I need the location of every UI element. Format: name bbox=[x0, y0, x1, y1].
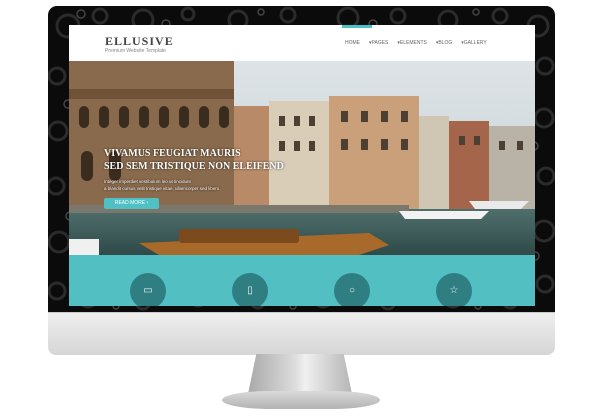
hero-text-line-2: a blandit cursus velit tristique vitae, … bbox=[104, 186, 220, 191]
nav-item-blog[interactable]: ▾BLOG bbox=[436, 40, 452, 46]
nav-item-elements[interactable]: ▾ELEMENTS bbox=[397, 40, 426, 46]
star-icon: ☆ bbox=[449, 285, 459, 296]
monitor-stand-neck bbox=[248, 354, 352, 394]
read-more-label: READ MORE bbox=[114, 200, 146, 206]
search-icon: ○ bbox=[348, 285, 356, 296]
hero-title: VIVAMUS FEUGIAT MAURIS SED SEM TRISTIQUE… bbox=[104, 147, 284, 173]
feature-circle-mobile[interactable]: ▯ bbox=[232, 273, 268, 306]
site-tagline: Premium Website Template bbox=[105, 48, 166, 54]
hero-slider: VIVAMUS FEUGIAT MAURIS SED SEM TRISTIQUE… bbox=[69, 61, 535, 255]
monitor-chin bbox=[48, 312, 555, 355]
nav-item-gallery-label: GALLERY bbox=[463, 40, 487, 46]
feature-circle-star[interactable]: ☆ bbox=[436, 273, 472, 306]
hero-title-line-2: SED SEM TRISTIQUE NON ELEIFEND bbox=[104, 161, 284, 172]
read-more-button[interactable]: READ MORE › bbox=[104, 198, 159, 209]
nav-item-pages[interactable]: ▾PAGES bbox=[369, 40, 388, 46]
site-logo[interactable]: ELLUSIVE bbox=[105, 34, 174, 49]
arrow-right-icon: › bbox=[146, 200, 149, 206]
feature-circle-search[interactable]: ○ bbox=[334, 273, 370, 306]
site-header: ELLUSIVE Premium Website Template HOME ▾… bbox=[69, 25, 535, 61]
website-screen: ELLUSIVE Premium Website Template HOME ▾… bbox=[69, 25, 535, 306]
nav-item-pages-label: PAGES bbox=[371, 40, 389, 46]
main-nav: HOME ▾PAGES ▾ELEMENTS ▾BLOG ▾GALLERY bbox=[345, 40, 487, 46]
nav-item-gallery[interactable]: ▾GALLERY bbox=[461, 40, 487, 46]
nav-item-blog-label: BLOG bbox=[438, 40, 453, 46]
hero-description: Integer imperdiet vestibulum leo ut tinc… bbox=[104, 178, 254, 192]
hero-title-line-1: VIVAMUS FEUGIAT MAURIS bbox=[104, 148, 241, 159]
nav-accent-bar bbox=[342, 25, 372, 28]
hero-text-line-1: Integer imperdiet vestibulum leo ut tinc… bbox=[104, 179, 191, 184]
mobile-icon: ▯ bbox=[247, 285, 253, 296]
monitor-stand-base bbox=[222, 391, 380, 409]
feature-circle-desktop[interactable]: ▭ bbox=[130, 273, 166, 306]
nav-item-elements-label: ELEMENTS bbox=[399, 40, 427, 46]
nav-item-home[interactable]: HOME bbox=[345, 40, 360, 46]
desktop-icon: ▭ bbox=[143, 285, 153, 296]
